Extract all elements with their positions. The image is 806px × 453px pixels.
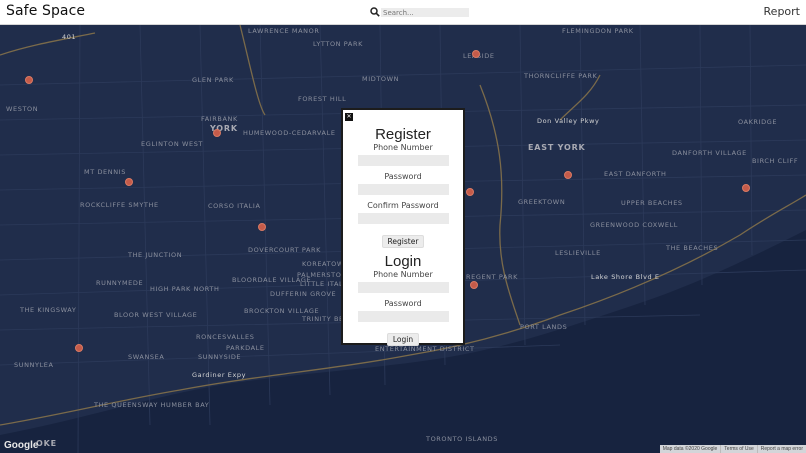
- map-label: BIRCH CLIFF: [752, 157, 799, 165]
- map-label: THE JUNCTION: [128, 251, 183, 259]
- map-label: HUMEWOOD-CEDARVALE: [243, 129, 336, 137]
- map-label: PALMERSTON: [297, 271, 347, 279]
- map-label: CORSO ITALIA: [208, 202, 261, 210]
- map-label: EAST DANFORTH: [604, 170, 667, 178]
- register-password-input[interactable]: [357, 184, 449, 195]
- login-password-input[interactable]: [357, 311, 449, 322]
- map-label: DOVERCOURT PARK: [248, 246, 321, 254]
- map-label: MT DENNIS: [84, 168, 126, 176]
- map-label: DUFFERIN GROVE: [270, 290, 337, 298]
- map-label: THE KINGSWAY: [20, 306, 77, 314]
- map-label: BROCKTON VILLAGE: [244, 307, 320, 315]
- incident-marker[interactable]: [470, 281, 478, 289]
- brand-title[interactable]: Safe Space: [6, 3, 85, 19]
- map-label: LESLIEVILLE: [555, 249, 601, 257]
- map-data-text: Map data ©2020 Google: [662, 446, 718, 452]
- login-phone-label: Phone Number: [373, 270, 433, 279]
- road-label: Don Valley Pkwy: [537, 117, 600, 125]
- map-label: SUNNYSIDE: [198, 353, 242, 361]
- map-label: ENTERTAINMENT DISTRICT: [375, 345, 475, 353]
- report-link[interactable]: Report: [764, 5, 800, 18]
- map-label: OAKRIDGE: [738, 118, 778, 126]
- google-logo: Google: [4, 440, 39, 451]
- register-password-label: Password: [384, 172, 422, 181]
- map-label: WESTON: [6, 105, 39, 113]
- register-confirm-password-label: Confirm Password: [367, 201, 439, 210]
- incident-marker[interactable]: [742, 184, 750, 192]
- map-label: SUNNYLEA: [14, 361, 54, 369]
- incident-marker[interactable]: [564, 171, 572, 179]
- map-label: FAIRBANK: [201, 115, 238, 123]
- register-button[interactable]: Register: [381, 235, 425, 248]
- map-label: OKE: [36, 439, 57, 448]
- map-label: UPPER BEACHES: [621, 199, 683, 207]
- incident-marker[interactable]: [75, 344, 83, 352]
- search-icon[interactable]: [370, 7, 380, 17]
- map-label: LYTTON PARK: [313, 40, 363, 48]
- map-label: EAST YORK: [528, 143, 586, 152]
- terms-link[interactable]: Terms of Use: [720, 445, 756, 453]
- incident-marker[interactable]: [125, 178, 133, 186]
- map-label: RUNNYMEDE: [96, 279, 144, 287]
- register-title: Register: [375, 126, 431, 143]
- map-label: TORONTO ISLANDS: [426, 435, 498, 443]
- map-label: EGLINTON WEST: [141, 140, 203, 148]
- map-label: DANFORTH VILLAGE: [672, 149, 747, 157]
- incident-marker[interactable]: [472, 50, 480, 58]
- map-label: THE QUEENSWAY HUMBER BAY: [94, 401, 210, 409]
- register-phone-input[interactable]: [357, 155, 449, 166]
- incident-marker[interactable]: [258, 223, 266, 231]
- map-label: FLEMINGDON PARK: [562, 27, 634, 35]
- register-confirm-password-input[interactable]: [357, 213, 449, 224]
- login-title: Login: [384, 253, 422, 270]
- map-label: HIGH PARK NORTH: [150, 285, 220, 293]
- incident-marker[interactable]: [213, 129, 221, 137]
- map-label: ROCKCLIFFE SMYTHE: [80, 201, 159, 209]
- map-label: LITTLE ITALY: [300, 280, 347, 288]
- map-label: GREEKTOWN: [518, 198, 566, 206]
- map-label: BLOOR WEST VILLAGE: [114, 311, 198, 319]
- map-label: PARKDALE: [226, 344, 265, 352]
- report-map-error-link[interactable]: Report a map error: [756, 445, 806, 453]
- search-input[interactable]: [381, 8, 469, 17]
- map-label: RONCESVALLES: [196, 333, 255, 341]
- register-phone-label: Phone Number: [373, 143, 433, 152]
- map-label: PORT LANDS: [520, 323, 568, 331]
- map-label: SWANSEA: [128, 353, 165, 361]
- map-label: GLEN PARK: [192, 76, 234, 84]
- top-bar: Safe Space Report: [0, 0, 806, 25]
- map-label: THE BEACHES: [666, 244, 719, 252]
- search-bar: [370, 6, 470, 19]
- login-phone-input[interactable]: [357, 282, 449, 293]
- map-label: THORNCLIFFE PARK: [524, 72, 598, 80]
- login-password-label: Password: [384, 299, 422, 308]
- map-label: REGENT PARK: [466, 273, 518, 281]
- map-label: LAWRENCE MANOR: [248, 27, 320, 35]
- road-label: 401: [62, 33, 77, 41]
- road-label: Gardiner Expy: [192, 371, 247, 379]
- map-attribution: Map data ©2020 Google Terms of Use Repor…: [659, 445, 806, 453]
- auth-modal: ✕ Register Phone Number Password Confirm…: [341, 108, 465, 346]
- login-button[interactable]: Login: [386, 333, 420, 346]
- road-label: Lake Shore Blvd E: [591, 273, 660, 281]
- incident-marker[interactable]: [25, 76, 33, 84]
- incident-marker[interactable]: [466, 188, 474, 196]
- close-icon[interactable]: ✕: [345, 113, 353, 121]
- map-label: FOREST HILL: [298, 95, 347, 103]
- map-label: MIDTOWN: [362, 75, 400, 83]
- map-label: GREENWOOD COXWELL: [590, 221, 679, 229]
